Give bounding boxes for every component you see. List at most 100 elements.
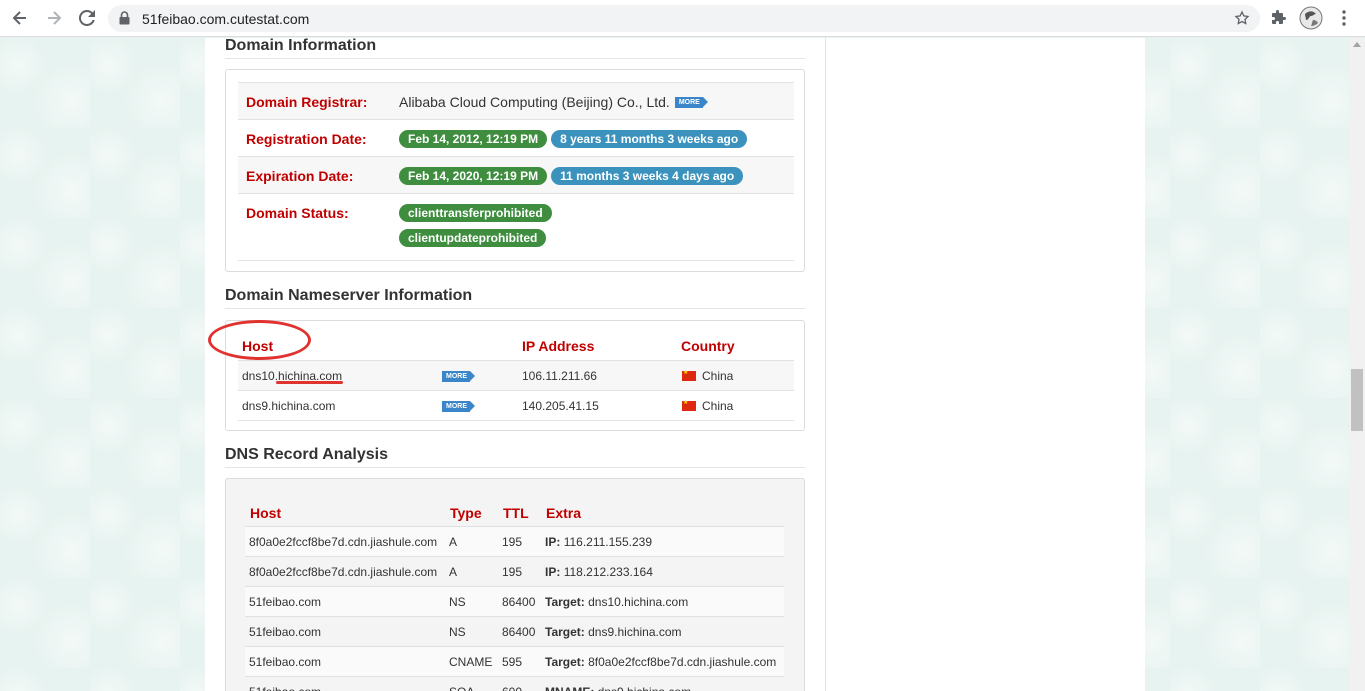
- dns-ttl: 595: [502, 655, 523, 669]
- scroll-up-arrow-icon[interactable]: [1353, 42, 1361, 47]
- ns-country: China: [682, 369, 733, 383]
- arrow-right-icon: [48, 11, 62, 25]
- ns-country-name: China: [702, 399, 734, 413]
- domain-status-row: Domain Status: clienttransferprohibited …: [238, 193, 794, 261]
- dns-extra-key: IP:: [545, 565, 561, 579]
- dns-type: A: [449, 535, 458, 549]
- ns-header-ip: IP Address: [522, 338, 595, 354]
- avatar-icon: [1299, 6, 1323, 30]
- domain-information-title: Domain Information: [225, 37, 377, 54]
- table-row: 51feibao.com NS 86400 Target: dns9.hichina.…: [245, 616, 784, 646]
- dns-header-host: Host: [250, 505, 282, 521]
- back-button[interactable]: [8, 6, 32, 30]
- dns-type: NS: [449, 595, 466, 609]
- dns-extra-value: 8f0a0e2fccf8be7d.cdn.jiashule.com: [588, 655, 777, 669]
- bookmark-star-icon[interactable]: [1234, 10, 1250, 26]
- ns-more-cell: MORE: [437, 401, 475, 412]
- registration-age-badge: 8 years 11 months 3 weeks ago: [551, 130, 748, 148]
- nameserver-panel: Host IP Address Country dns10.hichina.co…: [225, 320, 805, 431]
- dns-extra: IP: 116.211.155.239: [545, 535, 652, 549]
- dns-header-extra: Extra: [546, 505, 582, 521]
- browser-toolbar: 51feibao.com.cutestat.com: [0, 0, 1365, 37]
- annotation-underline: [276, 381, 343, 384]
- registration-date-badge: Feb 14, 2012, 12:19 PM: [399, 130, 548, 148]
- dns-ttl: 600: [502, 685, 522, 691]
- ns-ip: 106.11.211.66: [522, 369, 597, 383]
- dns-extra-value: dns9.hichina.com: [598, 685, 691, 691]
- dns-ttl: 195: [502, 565, 523, 579]
- dns-type: SOA: [449, 685, 474, 691]
- section-divider: [225, 58, 805, 59]
- table-row: dns10.hichina.com MORE 106.11.211.66 Chi…: [238, 360, 794, 390]
- status-badge: clienttransferprohibited: [399, 204, 552, 222]
- section-divider: [225, 467, 805, 468]
- registrar-row: Domain Registrar: Alibaba Cloud Computin…: [238, 82, 794, 119]
- dns-ttl: 86400: [502, 595, 536, 609]
- kebab-menu-icon: [1342, 10, 1346, 26]
- ns-country: China: [682, 399, 733, 413]
- lock-icon: [119, 11, 130, 25]
- registration-date-label: Registration Date:: [246, 131, 367, 147]
- table-row: 51feibao.com NS 86400 Target: dns10.hichina…: [245, 586, 784, 616]
- section-divider: [225, 308, 805, 309]
- menu-button[interactable]: [1332, 6, 1356, 30]
- table-row: 51feibao.com CNAME 595 Target: 8f0a0e2fccf8…: [245, 646, 784, 676]
- dns-extra: IP: 118.212.233.164: [545, 565, 653, 579]
- table-row: 8f0a0e2fccf8be7d.cdn.jiashule.com A 195 IP:…: [245, 556, 784, 586]
- dns-extra: Target: 8f0a0e2fccf8be7d.cdn.jiashule.co…: [545, 655, 776, 669]
- ns-more-button[interactable]: MORE: [442, 401, 475, 412]
- nameserver-title: Domain Nameserver Information: [225, 287, 473, 304]
- forward-button[interactable]: [42, 6, 66, 30]
- china-flag-icon: [682, 399, 696, 411]
- table-row: 8f0a0e2fccf8be7d.cdn.jiashule.com A 195 IP:…: [245, 526, 784, 556]
- extensions-button[interactable]: [1267, 6, 1291, 30]
- registration-date-row: Registration Date: Feb 14, 2012, 12:19 P…: [238, 119, 794, 156]
- expiration-age-badge: 11 months 3 weeks 4 days ago: [551, 167, 744, 185]
- dns-header-type: Type: [450, 505, 482, 521]
- vertical-scrollbar[interactable]: [1349, 38, 1365, 691]
- dns-host: 51feibao.com: [249, 625, 322, 639]
- reload-button[interactable]: [75, 6, 99, 30]
- status-badge: clientupdateprohibited: [399, 229, 547, 247]
- dns-host: 8f0a0e2fccf8be7d.cdn.jiashule.com: [249, 535, 438, 549]
- table-row: 51feibao.com SOA 600 MNAME: dns9.hichina.co…: [245, 676, 784, 691]
- registrar-value: Alibaba Cloud Computing (Beijing) Co., L…: [399, 94, 708, 110]
- ns-ip: 140.205.41.15: [522, 399, 599, 413]
- domain-info-panel: Domain Registrar: Alibaba Cloud Computin…: [225, 69, 805, 272]
- dns-extra-key: Target:: [545, 595, 585, 609]
- dns-extra: Target: dns10.hichina.com: [545, 595, 688, 609]
- expiration-date-badge: Feb 14, 2020, 12:19 PM: [399, 167, 548, 185]
- expiration-date-value: Feb 14, 2020, 12:19 PM 11 months 3 weeks…: [399, 167, 747, 185]
- dns-extra-key: Target:: [545, 625, 585, 639]
- registrar-more-button[interactable]: MORE: [674, 96, 708, 108]
- expiration-date-label: Expiration Date:: [246, 168, 354, 184]
- ns-header-country: Country: [681, 338, 735, 354]
- dns-ttl: 86400: [502, 625, 536, 639]
- domain-status-value-2: clientupdateprohibited: [399, 229, 550, 247]
- dns-extra-value: 118.212.233.164: [563, 565, 653, 579]
- dns-host: 51feibao.com: [249, 685, 321, 691]
- ns-more-cell: MORE: [437, 371, 475, 382]
- dns-type: CNAME: [449, 655, 493, 669]
- dns-host: 51feibao.com: [249, 595, 322, 609]
- profile-avatar[interactable]: [1299, 6, 1323, 30]
- ns-more-button[interactable]: MORE: [442, 371, 475, 382]
- puzzle-icon: [1272, 10, 1286, 24]
- dns-extra-key: IP:: [545, 535, 561, 549]
- table-row: dns9.hichina.com MORE 140.205.41.15 Chin…: [238, 390, 794, 421]
- column-divider: [825, 38, 826, 691]
- address-bar[interactable]: 51feibao.com.cutestat.com: [108, 5, 1260, 32]
- dns-extra-value: dns9.hichina.com: [588, 625, 682, 639]
- dns-host: 51feibao.com: [249, 655, 322, 669]
- domain-status-value-1: clienttransferprohibited: [399, 204, 556, 222]
- scrollbar-thumb[interactable]: [1351, 369, 1363, 431]
- ns-country-name: China: [702, 369, 734, 383]
- dns-record-title: DNS Record Analysis: [225, 446, 389, 463]
- reload-icon: [79, 10, 95, 26]
- dns-extra-key: Target:: [545, 655, 585, 669]
- annotation-circle: [208, 320, 311, 360]
- dns-extra-value: dns10.hichina.com: [588, 595, 689, 609]
- domain-status-label: Domain Status:: [246, 205, 349, 221]
- dns-host: 8f0a0e2fccf8be7d.cdn.jiashule.com: [249, 565, 438, 579]
- dns-type: NS: [449, 625, 466, 639]
